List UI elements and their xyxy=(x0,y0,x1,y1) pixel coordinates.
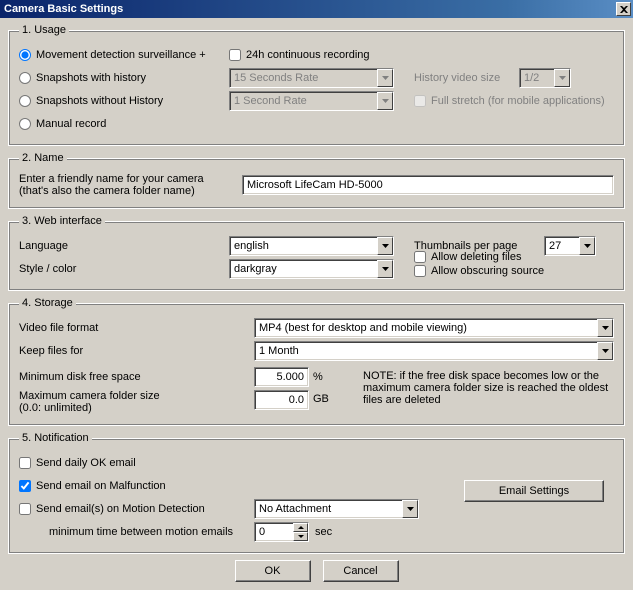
web-legend: 3. Web interface xyxy=(19,215,105,227)
radio-snapshots-nohistory[interactable]: Snapshots without History xyxy=(19,95,229,107)
chevron-down-icon xyxy=(597,342,613,360)
chevron-up-icon[interactable] xyxy=(293,523,308,532)
select-video-format[interactable]: MP4 (best for desktop and mobile viewing… xyxy=(254,318,614,338)
style-label: Style / color xyxy=(19,263,229,275)
usage-legend: 1. Usage xyxy=(19,24,69,36)
check-24h[interactable]: 24h continuous recording xyxy=(229,49,370,61)
history-video-size-label: History video size xyxy=(414,72,519,84)
camera-name-label: Enter a friendly name for your camera (t… xyxy=(19,173,242,197)
close-icon[interactable] xyxy=(616,2,631,16)
keep-label: Keep files for xyxy=(19,345,254,357)
storage-note: NOTE: if the free disk space becomes low… xyxy=(363,370,614,406)
check-full-stretch-label: Full stretch (for mobile applications) xyxy=(431,95,605,107)
radio-manual-record-label: Manual record xyxy=(36,118,106,130)
format-label: Video file format xyxy=(19,322,254,334)
chevron-down-icon xyxy=(579,237,595,255)
check-daily-ok[interactable]: Send daily OK email xyxy=(19,457,136,469)
min-time-spinner[interactable]: 0 xyxy=(254,522,309,542)
title-bar: Camera Basic Settings xyxy=(0,0,633,18)
radio-snapshots-history[interactable]: Snapshots with history xyxy=(19,72,229,84)
select-snapshot-rate-nohistory: 1 Second Rate xyxy=(229,91,394,111)
check-malfunction[interactable]: Send email on Malfunction xyxy=(19,480,166,492)
radio-movement[interactable]: Movement detection surveillance + xyxy=(19,49,229,61)
radio-movement-label: Movement detection surveillance + xyxy=(36,49,206,61)
check-malfunction-label: Send email on Malfunction xyxy=(36,480,166,492)
chevron-down-icon xyxy=(597,319,613,337)
select-language[interactable]: english xyxy=(229,236,394,256)
maxfolder-label: Maximum camera folder size (0.0: unlimit… xyxy=(19,390,254,414)
check-full-stretch: Full stretch (for mobile applications) xyxy=(414,95,605,107)
check-allow-obscure[interactable]: Allow obscuring source xyxy=(414,265,544,277)
check-allow-delete-label: Allow deleting files xyxy=(431,251,522,263)
maxfolder-unit: GB xyxy=(313,393,329,405)
notification-group: 5. Notification Send daily OK email Send… xyxy=(8,432,625,554)
select-thumbnails[interactable]: 27 xyxy=(544,236,596,256)
select-snapshot-rate-history: 15 Seconds Rate xyxy=(229,68,394,88)
storage-legend: 4. Storage xyxy=(19,297,76,309)
check-motion[interactable]: Send email(s) on Motion Detection xyxy=(19,503,254,515)
chevron-down-icon xyxy=(377,237,393,255)
window-title: Camera Basic Settings xyxy=(4,3,123,15)
maxfolder-input[interactable] xyxy=(254,390,309,410)
select-history-video-size: 1/2 xyxy=(519,68,571,88)
chevron-down-icon xyxy=(554,69,570,87)
name-group: 2. Name Enter a friendly name for your c… xyxy=(8,152,625,209)
web-group: 3. Web interface Language english Thumbn… xyxy=(8,215,625,291)
check-allow-delete[interactable]: Allow deleting files xyxy=(414,251,544,263)
check-daily-ok-label: Send daily OK email xyxy=(36,457,136,469)
name-legend: 2. Name xyxy=(19,152,67,164)
dialog-buttons: OK Cancel xyxy=(8,560,625,582)
select-attachment[interactable]: No Attachment xyxy=(254,499,419,519)
check-allow-obscure-label: Allow obscuring source xyxy=(431,265,544,277)
chevron-down-icon xyxy=(377,69,393,87)
min-time-label: minimum time between motion emails xyxy=(19,526,254,538)
chevron-down-icon xyxy=(377,260,393,278)
usage-group: 1. Usage Movement detection surveillance… xyxy=(8,24,625,146)
select-style[interactable]: darkgray xyxy=(229,259,394,279)
select-keep-files[interactable]: 1 Month xyxy=(254,341,614,361)
chevron-down-icon xyxy=(377,92,393,110)
radio-snapshots-nohistory-label: Snapshots without History xyxy=(36,95,163,107)
notification-legend: 5. Notification xyxy=(19,432,92,444)
radio-snapshots-history-label: Snapshots with history xyxy=(36,72,146,84)
check-24h-label: 24h continuous recording xyxy=(246,49,370,61)
language-label: Language xyxy=(19,240,229,252)
mindisk-input[interactable] xyxy=(254,367,309,387)
mindisk-unit: % xyxy=(313,371,323,383)
email-settings-button[interactable]: Email Settings xyxy=(464,480,604,502)
mindisk-label: Minimum disk free space xyxy=(19,371,254,383)
chevron-down-icon[interactable] xyxy=(293,532,308,541)
cancel-button[interactable]: Cancel xyxy=(323,560,399,582)
chevron-down-icon xyxy=(402,500,418,518)
ok-button[interactable]: OK xyxy=(235,560,311,582)
radio-manual-record[interactable]: Manual record xyxy=(19,118,229,130)
storage-group: 4. Storage Video file format MP4 (best f… xyxy=(8,297,625,426)
camera-name-input[interactable] xyxy=(242,175,614,195)
check-motion-label: Send email(s) on Motion Detection xyxy=(36,503,205,515)
min-time-unit: sec xyxy=(315,526,332,538)
